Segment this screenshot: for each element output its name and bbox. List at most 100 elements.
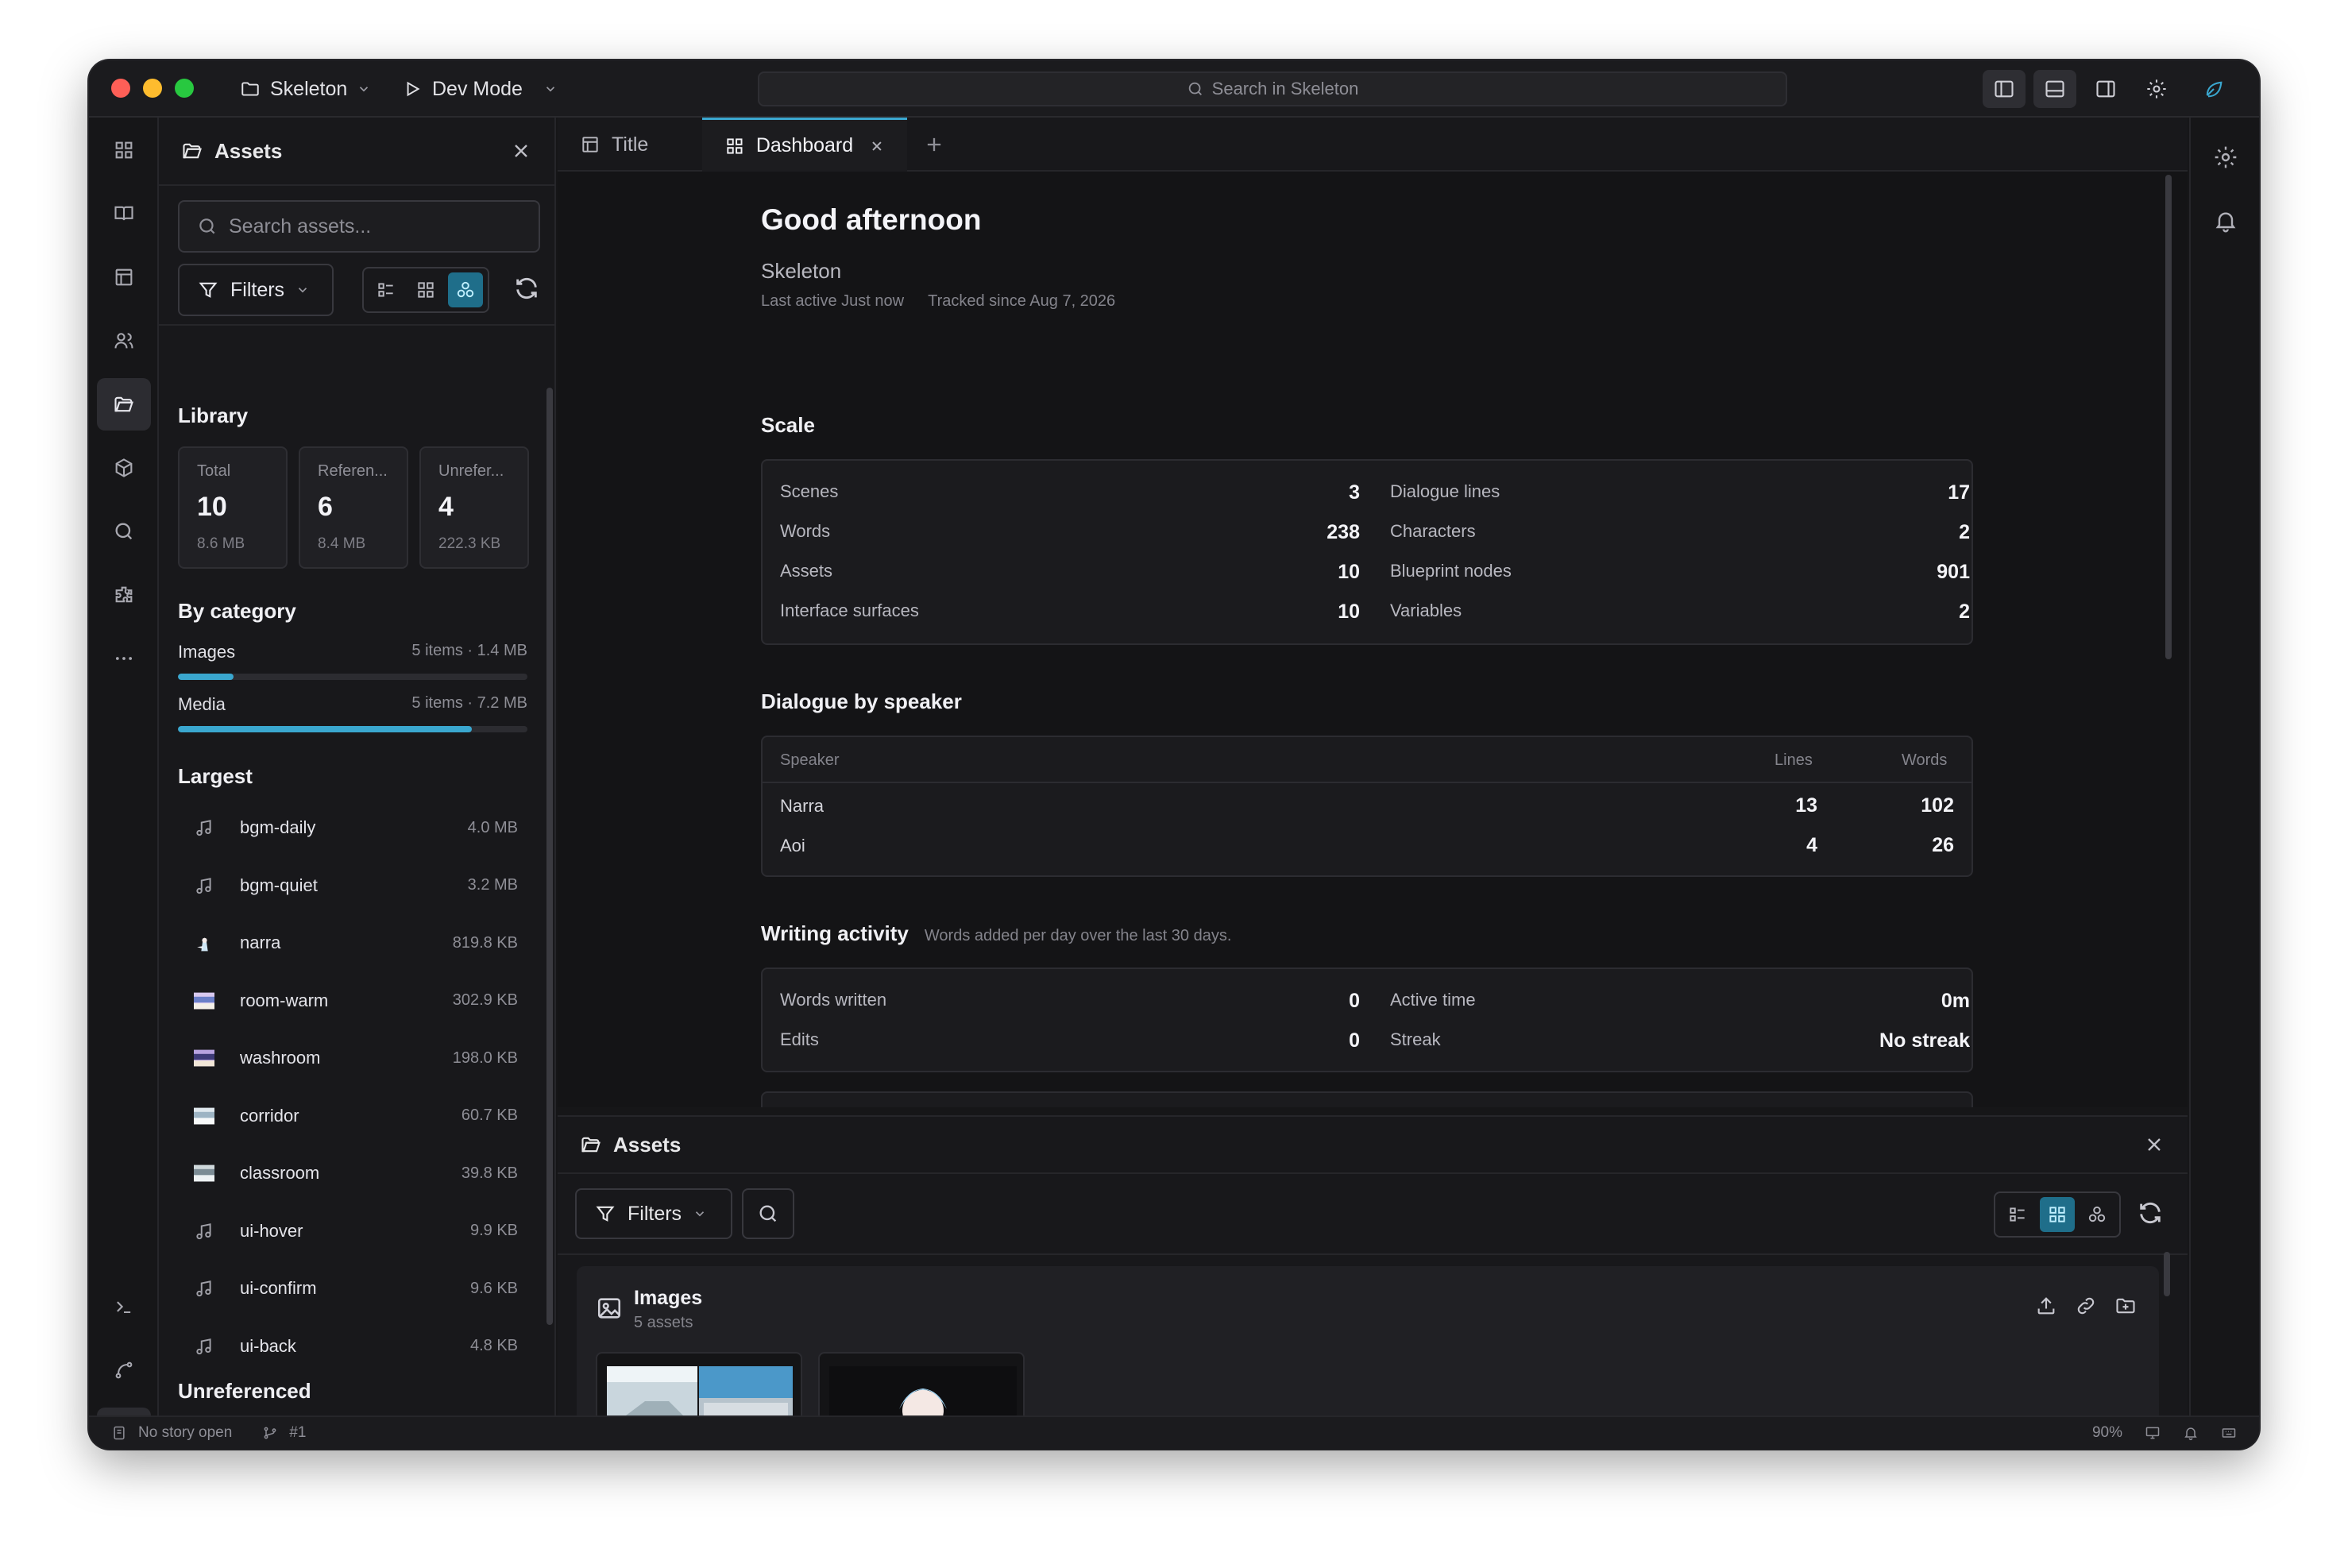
activity-layout[interactable]	[97, 251, 151, 303]
editor-area: Title Dashboard Good afternoon Skeleton …	[558, 118, 2188, 1449]
asset-thumbnail	[184, 870, 224, 902]
asset-size: 302.9 KB	[452, 991, 518, 1009]
settings-button[interactable]	[2135, 70, 2178, 108]
project-name: Skeleton	[270, 77, 348, 100]
toggle-left-sidebar-button[interactable]	[1983, 70, 2026, 108]
refresh-icon[interactable]	[513, 275, 540, 302]
tab-dashboard[interactable]: Dashboard	[702, 118, 907, 172]
scale-value: 901	[1937, 561, 1970, 583]
toggle-bottom-panel-button[interactable]	[2033, 70, 2076, 108]
tab-title[interactable]: Title	[558, 118, 693, 172]
bell-icon[interactable]	[2213, 208, 2238, 234]
dashboard-scrollbar[interactable]	[2165, 175, 2172, 659]
link-icon[interactable]	[2075, 1295, 2097, 1317]
activity-characters[interactable]	[97, 315, 151, 367]
assets-search-input[interactable]: Search assets...	[178, 200, 540, 253]
grid-view-button[interactable]	[2040, 1197, 2075, 1232]
col-speaker: Speaker	[780, 751, 840, 769]
app-window: Skeleton Dev Mode Search in Skeleton Ass…	[89, 60, 2259, 1449]
terminal-icon	[117, 1301, 131, 1314]
activity-packages[interactable]	[97, 442, 151, 494]
asset-group-title: Images	[634, 1287, 703, 1309]
branch-status[interactable]: #1	[289, 1424, 306, 1442]
close-icon[interactable]	[869, 138, 885, 154]
asset-name: narra	[240, 933, 281, 952]
list-view-button[interactable]	[369, 272, 404, 307]
activity-chart-panel	[761, 1091, 1973, 1107]
activity-terminal[interactable]	[97, 1280, 151, 1333]
stat-label: Total	[197, 462, 231, 480]
stat-card-total: Total 10 8.6 MB	[178, 446, 288, 569]
folder-open-icon	[183, 143, 202, 159]
assets-search-button[interactable]	[742, 1188, 794, 1239]
minimize-window-button[interactable]	[143, 79, 162, 98]
close-window-button[interactable]	[111, 79, 130, 98]
activity-more[interactable]	[97, 632, 151, 685]
zoom-level[interactable]: 90%	[2092, 1424, 2122, 1442]
sidebar-left-icon	[1995, 80, 2014, 98]
filters-button[interactable]: Filters	[575, 1188, 732, 1239]
cluster-view-button[interactable]	[448, 272, 483, 307]
right-toolbar	[2189, 118, 2259, 1415]
asset-thumbnail	[184, 1273, 224, 1304]
asset-size: 9.6 KB	[469, 1279, 518, 1297]
activity-assets[interactable]	[97, 378, 151, 431]
keyboard-icon[interactable]	[2221, 1425, 2237, 1441]
last-active: Last active Just now	[761, 292, 905, 310]
asset-list-item[interactable]: bgm-daily 4.0 MB	[178, 804, 527, 852]
activity-graph[interactable]	[97, 1344, 151, 1396]
music-note-icon	[196, 1338, 211, 1354]
plus-icon[interactable]	[923, 133, 945, 156]
toggle-right-sidebar-button[interactable]	[2084, 70, 2127, 108]
asset-name: ui-hover	[240, 1220, 303, 1241]
gear-icon[interactable]	[2213, 145, 2238, 170]
monitor-icon[interactable]	[2145, 1425, 2161, 1441]
mode-switcher[interactable]: Dev Mode	[402, 75, 558, 103]
asset-size: 3.2 MB	[467, 876, 518, 894]
filters-button[interactable]: Filters	[178, 264, 334, 316]
status-right: 90%	[2092, 1424, 2237, 1442]
category-name: Images	[178, 642, 236, 662]
status-bar: No story open #1 90%	[89, 1415, 2259, 1449]
view-mode-group	[362, 267, 489, 313]
cluster-view-button[interactable]	[2080, 1197, 2114, 1232]
asset-thumbnail	[184, 1157, 224, 1189]
asset-list-item[interactable]: ui-back 4.8 KB	[178, 1323, 527, 1370]
asset-list-item[interactable]: ui-hover 9.9 KB	[178, 1207, 527, 1255]
activity-plugins[interactable]	[97, 569, 151, 621]
list-view-button[interactable]	[2000, 1197, 2035, 1232]
upload-icon[interactable]	[2035, 1295, 2057, 1317]
music-note-icon	[196, 877, 211, 894]
bell-icon[interactable]	[2183, 1425, 2199, 1441]
asset-list-item[interactable]: room-warm 302.9 KB	[178, 977, 527, 1025]
filters-label: Filters	[628, 1202, 682, 1225]
close-icon[interactable]	[510, 140, 532, 162]
asset-list-item[interactable]: ui-confirm 9.6 KB	[178, 1265, 527, 1312]
maximize-window-button[interactable]	[175, 79, 194, 98]
project-switcher[interactable]: Skeleton	[240, 75, 371, 103]
activity-story[interactable]	[97, 187, 151, 240]
asset-list-item[interactable]: corridor 60.7 KB	[178, 1092, 527, 1140]
speaker-words: 26	[1932, 834, 1954, 856]
asset-list-item[interactable]: classroom 39.8 KB	[178, 1149, 527, 1197]
activity-dashboard[interactable]	[97, 124, 151, 176]
close-icon[interactable]	[2143, 1134, 2165, 1156]
bottom-scrollbar[interactable]	[2164, 1252, 2170, 1296]
category-bar	[178, 726, 527, 732]
asset-list-item[interactable]: bgm-quiet 3.2 MB	[178, 862, 527, 910]
asset-thumbnail	[184, 1215, 224, 1247]
grid-view-button[interactable]	[408, 272, 443, 307]
global-search[interactable]: Search in Skeleton	[758, 71, 1787, 106]
asset-list-item[interactable]: narra 819.8 KB	[178, 919, 527, 967]
stat-sub: 8.4 MB	[318, 535, 366, 552]
refresh-icon[interactable]	[2137, 1199, 2164, 1226]
scale-row: Characters 2	[1390, 521, 1970, 544]
package-icon	[115, 458, 133, 477]
sidebar-scrollbar[interactable]	[546, 388, 553, 1325]
activity-search[interactable]	[97, 505, 151, 558]
folder-plus-icon[interactable]	[2114, 1295, 2137, 1317]
filters-label: Filters	[230, 278, 285, 301]
scale-row: Blueprint nodes 901	[1390, 561, 1970, 584]
asset-list-item[interactable]: washroom 198.0 KB	[178, 1034, 527, 1082]
asset-size: 9.9 KB	[469, 1222, 518, 1239]
